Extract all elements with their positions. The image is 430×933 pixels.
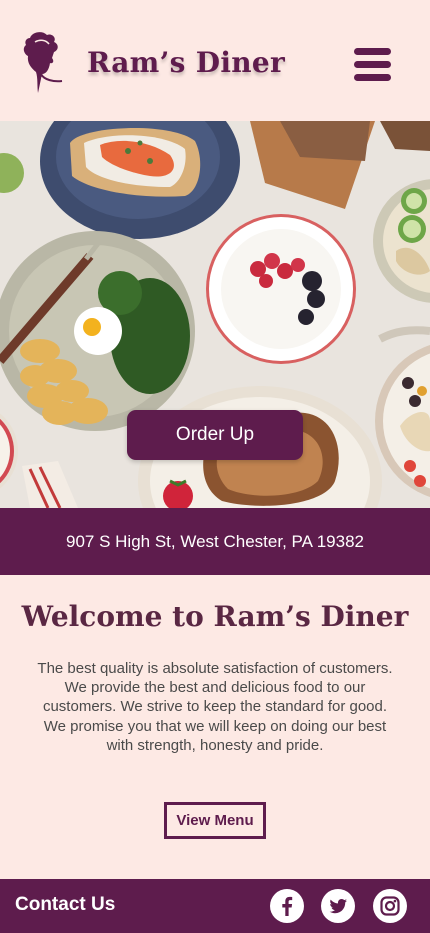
brand-name[interactable]: Ram’s Diner xyxy=(87,46,285,79)
site-header: Ram’s Diner xyxy=(0,0,430,121)
facebook-icon[interactable] xyxy=(270,889,304,923)
instagram-icon[interactable] xyxy=(373,889,407,923)
site-footer: Contact Us xyxy=(0,879,430,933)
address-banner: 907 S High St, West Chester, PA 19382 xyxy=(0,508,430,575)
contact-us-link[interactable]: Contact Us xyxy=(15,894,115,916)
view-menu-button[interactable]: View Menu xyxy=(164,802,266,839)
order-up-button[interactable]: Order Up xyxy=(127,410,303,460)
hero-banner: Order Up xyxy=(0,121,430,508)
welcome-text: The best quality is absolute satisfactio… xyxy=(37,660,393,754)
address-text: 907 S High St, West Chester, PA 19382 xyxy=(66,531,364,551)
chef-head-icon[interactable] xyxy=(16,30,64,94)
welcome-title: Welcome to Ram’s Diner xyxy=(21,600,409,633)
twitter-icon[interactable] xyxy=(321,889,355,923)
hamburger-menu-icon[interactable] xyxy=(350,44,394,84)
